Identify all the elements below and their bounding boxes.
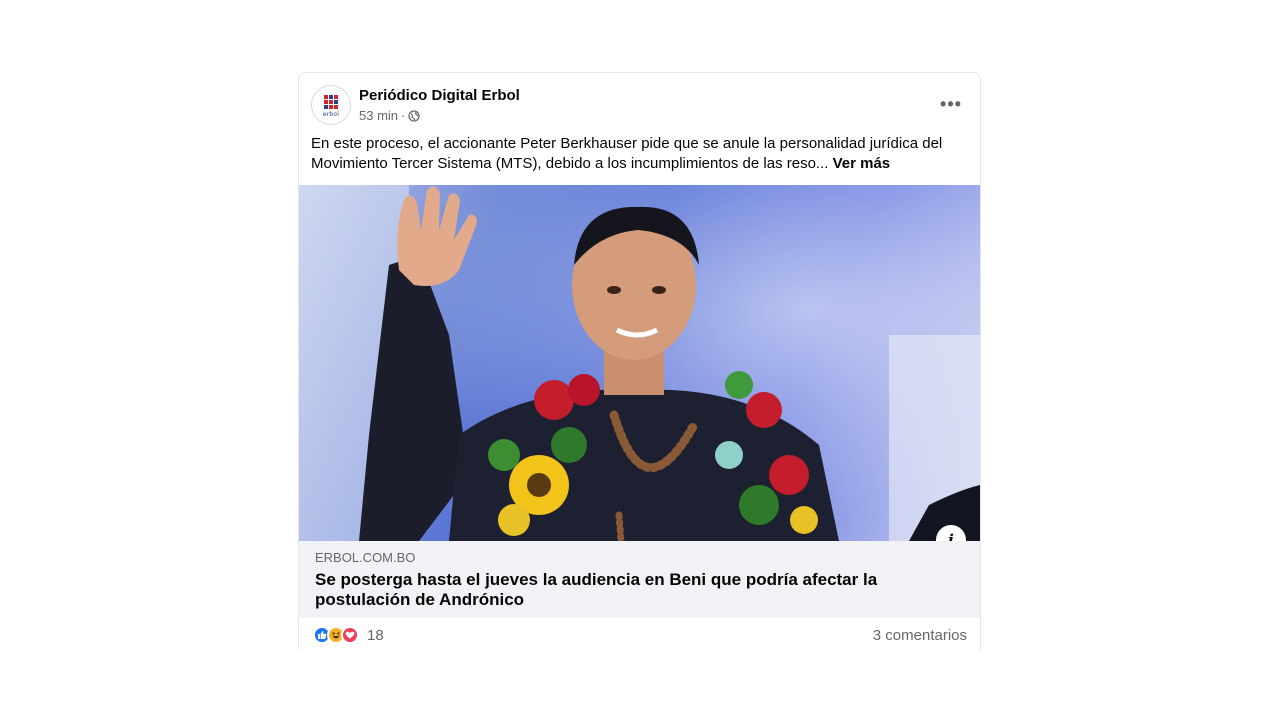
reactions-summary[interactable]: 18 [313,626,384,644]
post-card: erbol Periódico Digital Erbol 53 min · •… [298,72,981,650]
link-preview-caption[interactable]: ERBOL.COM.BO Se posterga hasta el jueves… [299,541,980,618]
post-header: erbol Periódico Digital Erbol 53 min · •… [299,73,980,129]
link-domain: ERBOL.COM.BO [315,550,416,565]
globe-icon [408,109,421,122]
post-timestamp[interactable]: 53 min [359,108,398,123]
post-meta: 53 min · [359,108,421,123]
post-footer: 18 3 comentarios [299,618,980,650]
erbol-logo-icon [324,94,338,109]
post-text: En este proceso, el accionante Peter Ber… [311,134,961,174]
comments-count-link[interactable]: 3 comentarios [873,627,967,644]
page-name-link[interactable]: Periódico Digital Erbol [359,87,520,104]
photo-illustration [299,185,980,541]
see-more-link[interactable]: Ver más [833,155,891,172]
link-headline[interactable]: Se posterga hasta el jueves la audiencia… [315,570,955,610]
logo-text: erbol [322,110,340,118]
link-preview-image[interactable]: i [299,185,980,541]
reaction-count: 18 [367,626,384,644]
more-options-icon[interactable]: ••• [938,91,964,117]
love-reaction-icon [341,626,359,644]
page-avatar[interactable]: erbol [311,85,351,125]
meta-separator: · [401,108,406,123]
